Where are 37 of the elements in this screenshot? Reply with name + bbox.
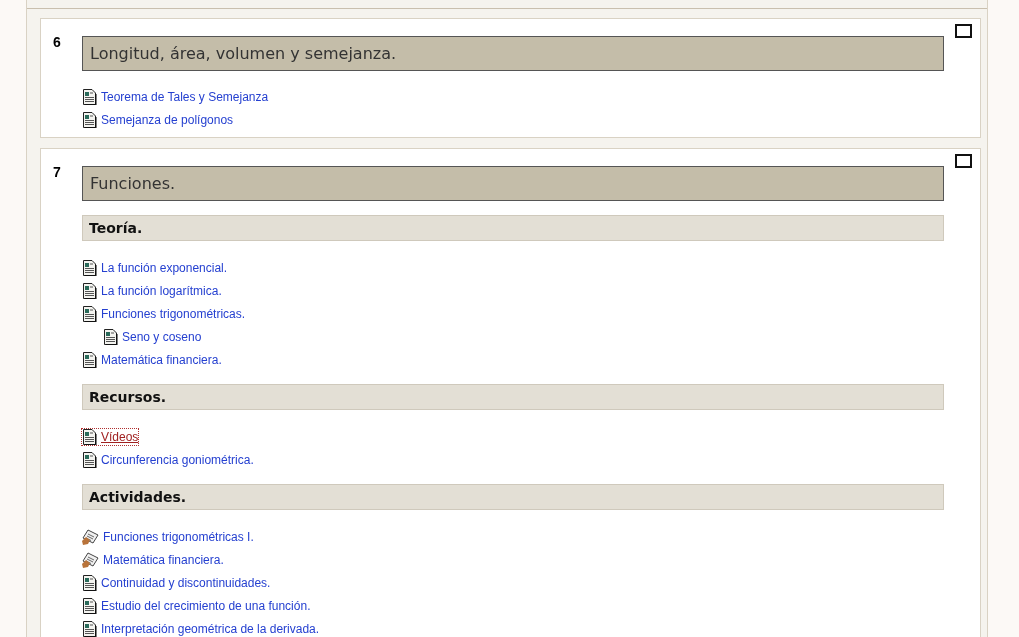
resource-link[interactable]: Teorema de Tales y Semejanza bbox=[82, 88, 269, 105]
checkbox[interactable] bbox=[955, 154, 972, 168]
hand-paper-icon bbox=[82, 528, 99, 545]
resource-link[interactable]: Funciones trigonométricas. bbox=[82, 305, 246, 322]
resource-link[interactable]: La función logarítmica. bbox=[82, 282, 222, 299]
resource-link[interactable]: Circunferencia goniométrica. bbox=[82, 451, 254, 468]
resource-link[interactable]: Matemática financiera. bbox=[82, 551, 224, 568]
resource-link[interactable]: Funciones trigonométricas I. bbox=[82, 528, 254, 545]
section-subheading: Teoría. bbox=[82, 215, 944, 241]
section-title: Funciones. bbox=[82, 166, 944, 201]
resource-link[interactable]: Vídeos bbox=[82, 428, 139, 445]
document-icon bbox=[103, 328, 118, 345]
document-icon bbox=[82, 351, 97, 368]
document-icon bbox=[82, 259, 97, 276]
document-icon bbox=[82, 111, 97, 128]
document-icon bbox=[82, 597, 97, 614]
hand-paper-icon bbox=[82, 551, 99, 568]
checkbox[interactable] bbox=[955, 24, 972, 38]
resource-link[interactable]: Continuidad y discontinuidades. bbox=[82, 574, 271, 591]
resource-link[interactable]: Semejanza de polígonos bbox=[82, 111, 234, 128]
section-subheading: Actividades. bbox=[82, 484, 944, 510]
section-title: Longitud, área, volumen y semejanza. bbox=[82, 36, 944, 71]
section-subheading: Recursos. bbox=[82, 384, 944, 410]
section-number: 6 bbox=[52, 34, 62, 50]
document-icon bbox=[82, 451, 97, 468]
section-number: 7 bbox=[52, 164, 62, 180]
resource-link[interactable]: Interpretación geométrica de la derivada. bbox=[82, 620, 320, 637]
resource-link[interactable]: Seno y coseno bbox=[103, 328, 202, 345]
resource-link[interactable]: La función exponencial. bbox=[82, 259, 228, 276]
resource-link[interactable]: Matemática financiera. bbox=[82, 351, 222, 368]
document-icon bbox=[82, 88, 97, 105]
resource-link[interactable]: Estudio del crecimiento de una función. bbox=[82, 597, 311, 614]
document-icon bbox=[82, 282, 97, 299]
document-icon bbox=[82, 305, 97, 322]
document-icon bbox=[82, 620, 97, 637]
document-icon bbox=[82, 574, 97, 591]
document-icon bbox=[82, 428, 97, 445]
